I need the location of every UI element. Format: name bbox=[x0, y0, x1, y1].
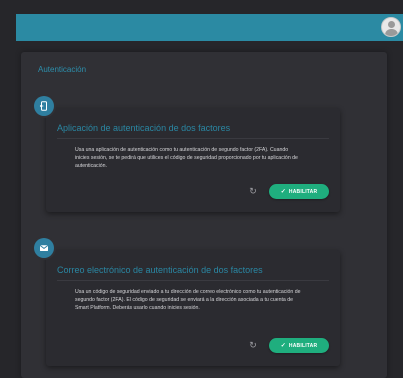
section-title: Autenticación bbox=[38, 65, 87, 74]
email-icon bbox=[34, 238, 54, 258]
enable-button-label: HABILITAR bbox=[288, 342, 318, 349]
card-description: Usa un código de seguridad enviado a tu … bbox=[75, 289, 301, 311]
refresh-icon[interactable]: ↻ bbox=[248, 186, 258, 196]
check-icon: ✓ bbox=[280, 189, 286, 195]
email-2fa-card: Correo electrónico de autenticación de d… bbox=[34, 238, 340, 366]
card-description: Usa una aplicación de autenticación como… bbox=[75, 147, 298, 169]
avatar[interactable] bbox=[381, 17, 401, 37]
enable-button-label: HABILITAR bbox=[288, 188, 318, 195]
phone-icon bbox=[34, 96, 54, 116]
refresh-icon[interactable]: ↻ bbox=[248, 340, 258, 350]
enable-button[interactable]: ✓ HABILITAR bbox=[269, 184, 329, 199]
card-title: Correo electrónico de autenticación de d… bbox=[57, 265, 263, 275]
divider bbox=[57, 138, 329, 139]
top-bar bbox=[16, 14, 403, 41]
avatar-head bbox=[388, 21, 395, 28]
enable-button[interactable]: ✓ HABILITAR bbox=[269, 338, 329, 353]
avatar-body bbox=[385, 29, 398, 36]
authenticator-app-card: Aplicación de autenticación de dos facto… bbox=[34, 96, 340, 212]
check-icon: ✓ bbox=[280, 343, 286, 349]
divider bbox=[57, 280, 329, 281]
card-title: Aplicación de autenticación de dos facto… bbox=[57, 123, 231, 133]
